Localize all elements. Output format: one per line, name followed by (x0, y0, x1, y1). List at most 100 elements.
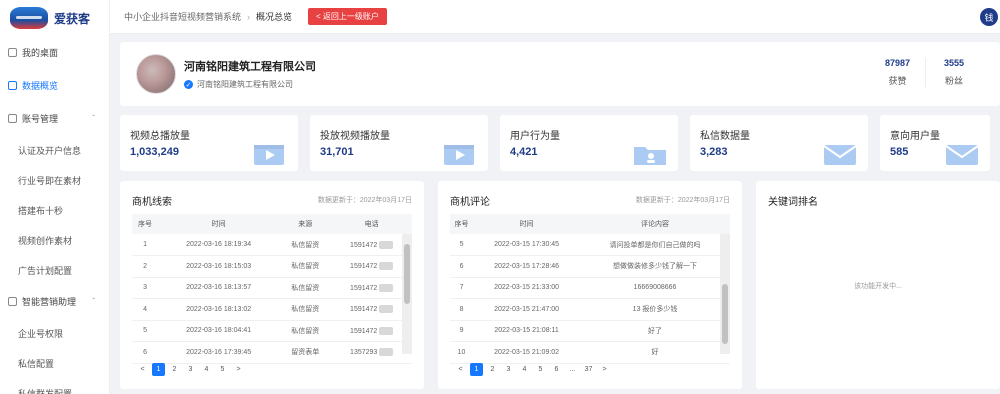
table-cell: 私信留资 (279, 234, 332, 256)
sidebar-item-5[interactable]: 搭建布十秒 (0, 195, 109, 225)
table-row[interactable]: 1 2022-03-16 18:19:34 私信留资 1591472 (132, 234, 412, 256)
table-cell: 7 (450, 277, 474, 299)
metric-card-0[interactable]: 视频总播放量 1,033,249 (120, 115, 298, 171)
page-button[interactable]: 3 (502, 363, 515, 376)
logo-icon (10, 7, 48, 29)
table-row[interactable]: 2 2022-03-16 18:15:03 私信留资 1591472 (132, 255, 412, 278)
table-row[interactable]: 8 2022-03-15 21:47:00 13 报价多少钱 (450, 298, 730, 321)
sidebar-item-4[interactable]: 行业号即在素材 (0, 165, 109, 195)
sidebar-item-label: 企业号权限 (18, 328, 64, 339)
table-row[interactable]: 6 2022-03-16 17:39:45 留资表单 1357293 (132, 341, 412, 364)
table-cell: 10 (450, 341, 474, 364)
leads-scrollbar[interactable] (402, 234, 412, 354)
top-header: 中小企业抖音短视频营销系统 › 概况总览 < 返回上一级账户 钱 (110, 0, 1000, 34)
sidebar-item-label: 搭建布十秒 (18, 205, 64, 216)
breadcrumb-system[interactable]: 中小企业抖音短视频营销系统 (124, 10, 241, 23)
table-cell: 1591472 (331, 255, 412, 278)
next-page-button[interactable]: > (232, 363, 245, 376)
leads-update-time: 数据更新于：2022年03月17日 (317, 197, 412, 204)
metric-card-1[interactable]: 投放视频播放量 31,701 (310, 115, 488, 171)
column-header: 序号 (450, 214, 474, 234)
table-row[interactable]: 4 2022-03-16 18:13:02 私信留资 1591472 (132, 298, 412, 321)
masked-value (379, 326, 394, 335)
video-icon (254, 145, 284, 165)
sidebar-item-6[interactable]: 视频创作素材 (0, 225, 109, 255)
sidebar-item-2[interactable]: 账号管理 ˇ (0, 102, 109, 135)
next-page-button[interactable]: > (598, 363, 611, 376)
sidebar-item-11[interactable]: 私信群发配置 (0, 378, 109, 394)
page-ellipsis[interactable]: ... (566, 363, 579, 376)
table-cell: 私信留资 (279, 277, 332, 299)
mail-icon (945, 145, 979, 165)
back-to-parent-account-button[interactable]: < 返回上一级账户 (308, 8, 387, 25)
sidebar-menu: 我的桌面 数据概览 账号管理 ˇ 认证及开户信息 行业号即在素材搭建布十秒视频创作素材 广告… (0, 36, 109, 394)
table-cell: 留资表单 (279, 341, 332, 364)
leads-scroll-thumb[interactable] (404, 244, 410, 304)
page-button[interactable]: 1 (152, 363, 165, 376)
sidebar-item-3[interactable]: 认证及开户信息 (0, 135, 109, 165)
page-button[interactable]: 5 (534, 363, 547, 376)
menu-icon (8, 48, 17, 57)
comments-scrollbar[interactable] (720, 234, 730, 354)
prev-page-button[interactable]: < (136, 363, 149, 376)
page-button[interactable]: 2 (486, 363, 499, 376)
table-row[interactable]: 3 2022-03-16 18:13:57 私信留资 1591472 (132, 277, 412, 299)
masked-value (379, 240, 394, 249)
sidebar-item-label: 视频创作素材 (18, 235, 73, 246)
comments-panel: 商机评论 数据更新于：2022年03月17日 序号 时间 评论内容 5 2022-03… (438, 181, 742, 389)
table-row[interactable]: 10 2022-03-15 21:09:02 好 (450, 341, 730, 364)
metric-card-2[interactable]: 用户行为量 4,421 (500, 115, 678, 171)
metric-cards: 视频总播放量 1,033,249 投放视频播放量 31,701 用户行为量 4,421 私信… (120, 115, 1000, 171)
prev-page-button[interactable]: < (454, 363, 467, 376)
sidebar-item-0[interactable]: 我的桌面 (0, 36, 109, 69)
page-button[interactable]: 37 (582, 363, 595, 376)
metric-card-4[interactable]: 意向用户量 585 (880, 115, 990, 171)
company-name: 河南铭阳建筑工程有限公司 (184, 61, 316, 73)
comments-scroll-thumb[interactable] (722, 284, 728, 344)
table-cell: 6 (450, 255, 474, 278)
sidebar-item-label: 智能营销助理 (22, 297, 77, 307)
table-row[interactable]: 9 2022-03-15 21:08:11 好了 (450, 320, 730, 342)
table-cell: 请问投单都是你们自己做的吗 (580, 234, 730, 256)
table-cell: 1591472 (331, 277, 412, 299)
page-button[interactable]: 1 (470, 363, 483, 376)
page-button[interactable]: 2 (168, 363, 181, 376)
sidebar-item-label: 私信群发配置 (18, 388, 73, 394)
table-row[interactable]: 7 2022-03-15 21:33:00 16669008666 (450, 277, 730, 299)
table-cell: 1591472 (331, 298, 412, 321)
sidebar-item-10[interactable]: 私信配置 (0, 348, 109, 378)
table-row[interactable]: 5 2022-03-15 17:30:45 请问投单都是你们自己做的吗 (450, 234, 730, 256)
page-button[interactable]: 4 (200, 363, 213, 376)
app-logo[interactable]: 爱获客 (0, 0, 109, 36)
sidebar-item-8[interactable]: 智能营销助理 ˇ (0, 285, 109, 318)
stat-fans: 3555 粉丝 (943, 58, 965, 86)
user-avatar[interactable]: 钱 (980, 8, 998, 26)
stat-likes: 87987 获赞 (870, 58, 926, 87)
table-cell: 想做做装修多少钱了解一下 (580, 255, 730, 278)
sidebar-item-label: 广告计划配置 (18, 265, 73, 276)
sidebar-item-9[interactable]: 企业号权限 (0, 318, 109, 348)
page-button[interactable]: 3 (184, 363, 197, 376)
page-button[interactable]: 5 (216, 363, 229, 376)
company-verified-name: 河南铭阳建筑工程有限公司 (197, 80, 293, 89)
page-button[interactable]: 6 (550, 363, 563, 376)
metric-label: 用户行为量 (510, 131, 560, 142)
comments-update-time: 数据更新于：2022年03月17日 (635, 197, 730, 204)
table-row[interactable]: 6 2022-03-15 17:28:46 想做做装修多少钱了解一下 (450, 255, 730, 278)
table-row[interactable]: 5 2022-03-16 18:04:41 私信留资 1591472 (132, 320, 412, 342)
metric-label: 投放视频播放量 (320, 131, 390, 142)
page-button[interactable]: 4 (518, 363, 531, 376)
sidebar-item-1[interactable]: 数据概览 (0, 69, 109, 102)
comments-table: 序号 时间 评论内容 5 2022-03-15 17:30:45 请问投单都是你们自己做… (450, 214, 730, 364)
table-cell: 私信留资 (279, 320, 332, 342)
metric-label: 视频总播放量 (130, 131, 190, 142)
column-header: 时间 (158, 214, 280, 234)
masked-value (379, 262, 394, 271)
table-cell: 16669008666 (580, 277, 730, 299)
sidebar-item-7[interactable]: 广告计划配置 (0, 255, 109, 285)
comments-pagination: <1 2 3 4 5 6... 37 > (454, 363, 611, 376)
table-cell: 1591472 (331, 320, 412, 342)
keywords-empty-text: 该功能开发中... (854, 283, 902, 290)
table-cell: 2022-03-15 21:08:11 (473, 320, 581, 342)
metric-card-3[interactable]: 私信数据量 3,283 (690, 115, 868, 171)
